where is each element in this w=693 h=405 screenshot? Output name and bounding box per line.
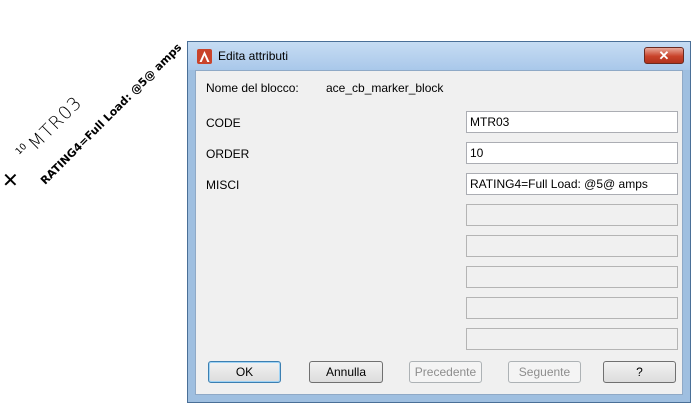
attribute-field-misci[interactable] — [466, 173, 678, 195]
attribute-field-order[interactable] — [466, 142, 678, 164]
next-button: Seguente — [508, 361, 581, 383]
attribute-field-empty — [466, 266, 678, 288]
autocad-logo-icon — [197, 49, 212, 64]
attribute-field-code[interactable] — [466, 111, 678, 133]
attribute-field-empty — [466, 328, 678, 350]
help-button[interactable]: ? — [603, 361, 676, 383]
previous-button: Precedente — [409, 361, 482, 383]
attribute-label-order: ORDER — [206, 147, 250, 161]
dialog-title: Edita attributi — [218, 49, 289, 63]
block-name-label: Nome del blocco: — [206, 81, 299, 95]
edit-attributes-dialog: Edita attributi ✕ Nome del blocco: ace_c… — [187, 41, 691, 403]
attribute-label-code: CODE — [206, 116, 241, 130]
attribute-field-empty — [466, 204, 678, 226]
attribute-field-empty — [466, 297, 678, 319]
block-name-value: ace_cb_marker_block — [326, 81, 444, 95]
attribute-label-misci: MISCI — [206, 178, 240, 192]
attribute-field-empty — [466, 235, 678, 257]
close-icon: ✕ — [658, 48, 670, 63]
close-button[interactable]: ✕ — [644, 47, 684, 64]
drawing-canvas: ✕ 10 MTR03 RATING4=Full Load: @5@ amps — [0, 0, 200, 200]
cancel-button[interactable]: Annulla — [309, 361, 383, 383]
ok-button[interactable]: OK — [208, 361, 281, 383]
tag-prefix: 10 — [14, 141, 30, 158]
dialog-body: Nome del blocco: ace_cb_marker_block COD… — [195, 70, 683, 395]
title-bar[interactable]: Edita attributi ✕ — [188, 42, 690, 70]
insertion-marker-icon: ✕ — [2, 168, 19, 192]
